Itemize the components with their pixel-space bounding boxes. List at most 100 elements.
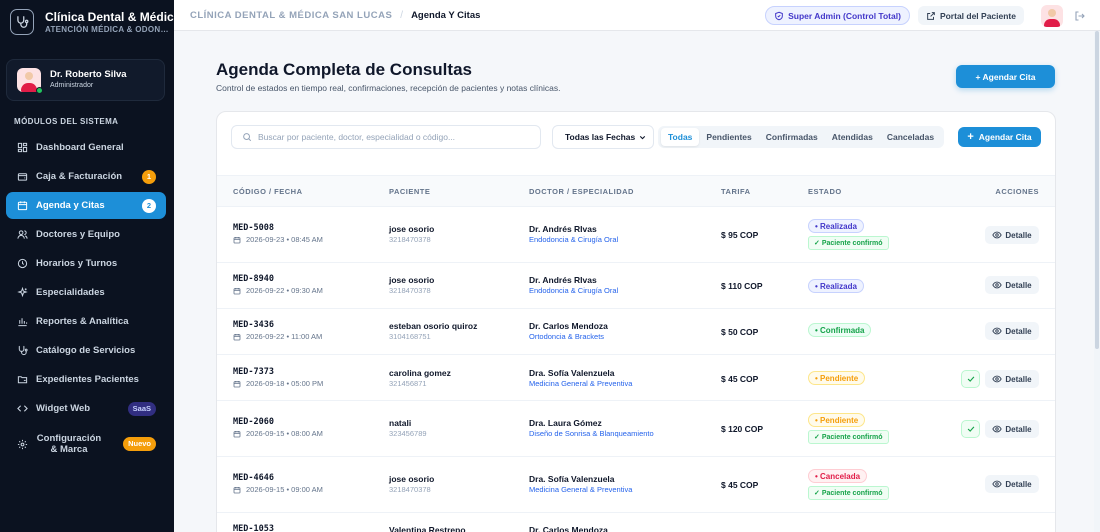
appointment-fee: $ 50 COP (721, 327, 759, 337)
doctor-specialty: Endodoncia & Cirugía Oral (529, 235, 619, 244)
detail-button[interactable]: Detalle (985, 322, 1039, 340)
status-badge: • Cancelada (808, 469, 868, 483)
calendar-icon (233, 236, 241, 243)
bar-chart-icon (16, 316, 28, 328)
column-header: TARIFA (721, 187, 751, 196)
calendar-icon (233, 486, 241, 493)
user-role: Administrador (50, 82, 94, 89)
sidebar-item-horarios[interactable]: Horarios y Turnos (6, 249, 166, 278)
schedule-appointment-button-label: + Agendar Cita (975, 71, 1036, 82)
appointment-fee: $ 95 COP (721, 230, 759, 240)
table-row[interactable]: MED-8940 2026-09-22 • 09:30 AM jose osorio… (217, 263, 1055, 309)
external-link-icon (927, 11, 935, 20)
filter-tab-pendientes[interactable]: Pendientes (699, 128, 758, 146)
topbar: CLÍNICA DENTAL & MÉDICA SAN LUCAS / Agen… (174, 0, 1100, 31)
doctor-name: Dra. Sofía Valenzuela (529, 474, 615, 484)
sidebar-item-dashboard[interactable]: Dashboard General (6, 133, 166, 162)
page-subtitle: Control de estados en tiempo real, confi… (216, 83, 561, 93)
grid-icon (16, 142, 28, 154)
appointment-datetime: 2026-09-23 • 08:45 AM (233, 235, 323, 244)
notification-badge: 2 (142, 198, 156, 213)
confirm-attendance-button[interactable] (961, 420, 980, 438)
date-filter-select[interactable]: Todas las Fechas (552, 125, 654, 149)
patient-name: jose osorio (389, 275, 435, 285)
sidebar-section-title: MÓDULOS DEL SISTEMA (14, 117, 119, 126)
table-row[interactable]: MED-2060 2026-09-15 • 08:00 AM natali 32345… (217, 401, 1055, 457)
doctor-specialty: Diseño de Sonrisa & Blanqueamiento (529, 429, 654, 438)
breadcrumb-root[interactable]: CLÍNICA DENTAL & MÉDICA SAN LUCAS (190, 10, 392, 21)
logout-icon[interactable] (1074, 10, 1086, 22)
patient-phone: 3218470378 (389, 235, 431, 244)
role-pill-label: Super Admin (Control Total) (788, 10, 901, 21)
eye-icon (992, 327, 1003, 335)
sparkle-icon (16, 287, 28, 299)
patient-name: Valentina Restrepo (389, 525, 466, 532)
detail-button[interactable]: Detalle (985, 370, 1039, 388)
doctor-name: Dr. Carlos Mendoza (529, 525, 608, 532)
table-row[interactable]: MED-4646 2026-09-15 • 09:00 AM jose osorio… (217, 457, 1055, 513)
sidebar-item-configuracion[interactable]: Configuración & Marca Nuevo (6, 423, 166, 465)
scrollbar[interactable] (1094, 31, 1100, 532)
user-card[interactable]: Dr. Roberto Silva Administrador (6, 59, 165, 101)
patient-confirmed-badge: ✓ Paciente confirmó (808, 430, 889, 444)
appointment-code: MED-5008 (233, 223, 274, 233)
eye-icon (992, 480, 1003, 488)
avatar[interactable] (1041, 4, 1063, 27)
patient-name: carolina gomez (389, 368, 451, 378)
status-badge: • Pendiente (808, 371, 866, 385)
filter-tab-atendidas[interactable]: Atendidas (825, 128, 880, 146)
patient-phone: 3218470378 (389, 286, 431, 295)
sidebar-item-especialidades[interactable]: Especialidades (6, 278, 166, 307)
table-row[interactable]: MED-5008 2026-09-23 • 08:45 AM jose osorio… (217, 208, 1055, 263)
patient-confirmed-badge: ✓ Paciente confirmó (808, 236, 889, 250)
sidebar-item-expedientes[interactable]: Expedientes Pacientes (6, 365, 166, 394)
brand[interactable]: Clínica Dental & Médic… ATENCIÓN MÉDICA … (0, 0, 174, 44)
filter-tab-confirmadas[interactable]: Confirmadas (759, 128, 825, 146)
table-row[interactable]: MED-3436 2026-09-22 • 11:00 AM esteban oso… (217, 309, 1055, 355)
calendar-icon (233, 287, 241, 294)
patient-phone: 3218470378 (389, 485, 431, 494)
sidebar-item-caja[interactable]: Caja & Facturación 1 (6, 162, 166, 191)
column-header: PACIENTE (389, 187, 431, 196)
confirm-attendance-button[interactable] (961, 370, 980, 388)
status-badge: • Confirmada (808, 323, 872, 337)
add-appointment-button[interactable]: + Agendar Cita (958, 127, 1041, 147)
detail-button[interactable]: Detalle (985, 420, 1039, 438)
table-row[interactable]: MED-7373 2026-09-18 • 05:00 PM carolina go… (217, 355, 1055, 401)
filter-tab-todas[interactable]: Todas (661, 128, 700, 146)
users-icon (16, 229, 28, 241)
table-row[interactable]: MED-1053 Valentina Restrepo Dr. Carlos Men… (217, 513, 1055, 532)
search-icon (243, 133, 252, 142)
appointment-datetime: 2026-09-22 • 09:30 AM (233, 286, 323, 295)
search-input[interactable] (258, 132, 528, 142)
doctor-specialty: Medicina General & Preventiva (529, 379, 633, 388)
sidebar-item-label: Reportes & Analítica (36, 316, 129, 327)
sidebar-item-agenda[interactable]: Agenda y Citas 2 (6, 192, 166, 219)
status-filter-tabs: Todas Pendientes Confirmadas Atendidas C… (658, 126, 945, 148)
sidebar-item-widget[interactable]: Widget Web SaaS (6, 394, 166, 423)
status-badge: • Realizada (808, 279, 864, 293)
detail-button[interactable]: Detalle (985, 276, 1039, 294)
table-header: CÓDIGO / FECHA PACIENTE DOCTOR / ESPECIA… (217, 175, 1055, 207)
portal-button[interactable]: Portal del Paciente (917, 6, 1024, 25)
appointment-code: MED-8940 (233, 274, 274, 284)
detail-button[interactable]: Detalle (985, 475, 1039, 493)
sidebar-item-doctores[interactable]: Doctores y Equipo (6, 220, 166, 249)
stethoscope-logo-icon (10, 9, 34, 35)
sidebar-item-reportes[interactable]: Reportes & Analítica (6, 307, 166, 336)
schedule-appointment-button[interactable]: + Agendar Cita (956, 65, 1055, 88)
sidebar-item-label: Especialidades (36, 287, 105, 298)
plus-icon: + (967, 131, 974, 143)
detail-button[interactable]: Detalle (985, 226, 1039, 244)
appointment-datetime: 2026-09-22 • 11:00 AM (233, 332, 322, 341)
breadcrumb-current: Agenda Y Citas (411, 9, 481, 21)
saas-badge: SaaS (127, 401, 156, 416)
search-box[interactable] (231, 125, 541, 149)
check-icon (967, 376, 974, 382)
gear-icon (16, 438, 28, 450)
appointment-code: MED-3436 (233, 320, 274, 330)
filter-tab-canceladas[interactable]: Canceladas (880, 128, 941, 146)
role-pill[interactable]: Super Admin (Control Total) (765, 6, 910, 25)
appointment-datetime: 2026-09-18 • 05:00 PM (233, 379, 323, 388)
sidebar-item-catalogo[interactable]: Catálogo de Servicios (6, 336, 166, 365)
